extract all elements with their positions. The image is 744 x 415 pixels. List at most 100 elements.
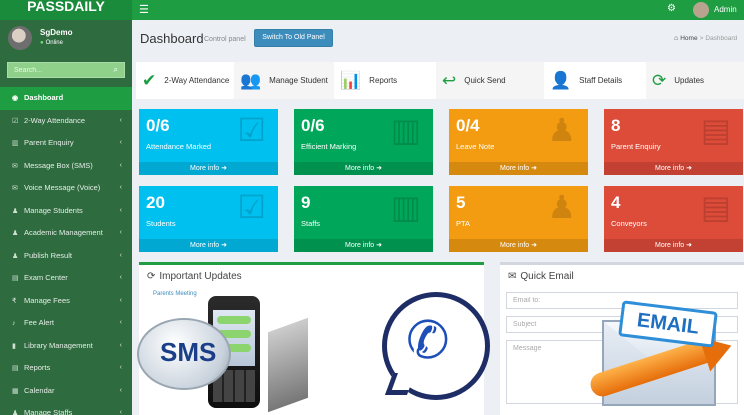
- user-add-icon: ♟: [547, 189, 576, 225]
- user-panel: SgDemo ● Online: [0, 20, 132, 58]
- admin-name[interactable]: Admin: [714, 5, 737, 14]
- chevron-left-icon: ‹: [119, 139, 122, 146]
- more-info-label: More info: [344, 165, 375, 172]
- sidebar-item-voice-message-voice[interactable]: ✉ Voice Message (Voice) ‹: [0, 177, 132, 200]
- more-info-label: More info: [189, 242, 220, 249]
- quick-item-label: Manage Student: [269, 76, 328, 85]
- quick-item-label: Updates: [674, 76, 705, 85]
- more-info-link[interactable]: More info ➜: [294, 239, 433, 252]
- arrow-circle-right-icon: ➜: [531, 242, 537, 249]
- user-name: SgDemo: [40, 28, 73, 37]
- more-info-link[interactable]: More info ➜: [604, 162, 743, 175]
- more-info-link[interactable]: More info ➜: [449, 162, 588, 175]
- chevron-left-icon: ‹: [119, 386, 122, 394]
- document-icon: ▤: [12, 275, 19, 282]
- bar-chart-icon: ▥: [12, 140, 19, 147]
- breadcrumb: ⌂ Home > Dashboard: [674, 35, 737, 42]
- sidebar-item-label: Voice Message (Voice): [24, 183, 101, 192]
- sidebar-item-manage-fees[interactable]: ₹ Manage Fees ‹: [0, 290, 132, 313]
- more-info-label: More info: [654, 165, 685, 172]
- list-item[interactable]: Parents Meeting: [153, 291, 197, 297]
- user-status: ● Online: [40, 40, 63, 46]
- arrow-circle-right-icon: ➜: [376, 242, 382, 249]
- user-add-icon: ♟: [547, 112, 576, 148]
- more-info-link[interactable]: More info ➜: [139, 239, 278, 252]
- sidebar-item-2-way-attendance[interactable]: ☑ 2-Way Attendance ‹: [0, 110, 132, 133]
- app-logo[interactable]: PASSDAILY: [0, 0, 132, 20]
- sms-label: SMS: [160, 337, 217, 367]
- sidebar-item-academic-management[interactable]: ♟ Academic Management ‹: [0, 222, 132, 245]
- stat-value: 5: [456, 193, 466, 212]
- stat-label: PTA: [456, 219, 471, 228]
- sidebar-item-label: Academic Management: [24, 228, 103, 237]
- envelope-icon: ✉: [12, 185, 18, 192]
- more-info-link[interactable]: More info ➜: [139, 162, 278, 175]
- book-icon: ▮: [12, 342, 16, 350]
- stat-label: Parent Enquiry: [611, 142, 661, 151]
- more-info-label: More info: [189, 165, 220, 172]
- sidebar-item-reports[interactable]: ▤ Reports ‹: [0, 357, 132, 380]
- avatar: [8, 26, 32, 50]
- online-dot-icon: ●: [40, 40, 44, 46]
- bell-icon: ♪: [12, 320, 16, 327]
- stat-value: 0/4: [456, 116, 480, 135]
- sidebar-item-dashboard[interactable]: ◉ Dashboard: [0, 87, 132, 110]
- quick-reports[interactable]: 📊 Reports: [334, 62, 436, 99]
- admin-avatar[interactable]: [693, 2, 709, 18]
- stat-label: Efficient Marking: [301, 142, 357, 151]
- breadcrumb-separator: >: [699, 35, 704, 42]
- home-icon: ⌂: [674, 35, 679, 42]
- bar-chart-icon: ▥: [390, 112, 421, 148]
- search-icon[interactable]: ⌕: [114, 65, 118, 75]
- sidebar-item-parent-enquiry[interactable]: ▥ Parent Enquiry ‹: [0, 132, 132, 155]
- search-input[interactable]: [8, 63, 108, 77]
- checkbox-icon: ☑: [12, 117, 19, 125]
- sidebar-item-fee-alert[interactable]: ♪ Fee Alert ‹: [0, 312, 132, 335]
- sidebar-item-label: Manage Fees: [24, 295, 70, 305]
- sidebar-item-label: Calendar: [24, 385, 55, 395]
- sidebar-item-label: Fee Alert: [24, 318, 55, 327]
- checkbox-icon: ☑: [237, 189, 266, 225]
- more-info-link[interactable]: More info ➜: [294, 162, 433, 175]
- updates-title: ⟳ Important Updates: [147, 271, 242, 282]
- sidebar-item-calendar[interactable]: ▦ Calendar ‹: [0, 380, 132, 403]
- stat-box-pta: 5 PTA ♟ More info ➜: [449, 186, 588, 252]
- chevron-left-icon: ‹: [119, 161, 122, 169]
- sidebar-item-manage-students[interactable]: ♟ Manage Students ‹: [0, 200, 132, 223]
- sidebar: SgDemo ●Online ⌕ ◉ Dashboard ☑ 2-Way Attend…: [0, 20, 132, 415]
- users-icon: ♟: [12, 207, 19, 215]
- quick-manage-student[interactable]: 👥 Manage Student: [234, 62, 334, 99]
- breadcrumb-home[interactable]: Home: [680, 35, 697, 42]
- chevron-left-icon: ‹: [119, 251, 122, 259]
- sidebar-item-manage-staffs[interactable]: ♟ Manage Staffs ‹: [0, 402, 132, 415]
- quick-2-way-attendance[interactable]: ✔ 2-Way Attendance: [136, 62, 234, 99]
- sidebar-item-label: Manage Staffs: [24, 408, 73, 415]
- sidebar-item-label: Dashboard: [24, 93, 64, 102]
- stat-value: 4: [611, 193, 621, 212]
- hamburger-icon[interactable]: ☰: [139, 3, 149, 16]
- users-icon: ♟: [12, 230, 19, 237]
- sidebar-item-library-management[interactable]: ▮ Library Management ‹: [0, 335, 132, 358]
- arrow-circle-right-icon: ➜: [221, 242, 227, 249]
- dashboard-icon: ◉: [12, 95, 19, 102]
- sidebar-item-exam-center[interactable]: ▤ Exam Center ‹: [0, 267, 132, 290]
- quick-item-label: Quick Send: [464, 76, 506, 85]
- more-info-link[interactable]: More info ➜: [604, 239, 743, 252]
- chevron-left-icon: ‹: [119, 206, 122, 214]
- envelope-icon: ✉: [12, 162, 18, 170]
- document-icon: ▤: [700, 189, 731, 225]
- arrow-circle-right-icon: ➜: [376, 165, 382, 172]
- sidebar-item-publish-result[interactable]: ♟ Publish Result ‹: [0, 245, 132, 268]
- quick-updates[interactable]: ⟳ Updates: [646, 62, 744, 99]
- document-icon: ▤: [12, 365, 19, 372]
- stat-box-attendance-marked: 0/6 Attendance Marked ☑ More info ➜: [139, 109, 278, 175]
- stat-box-staffs: 9 Staffs ▥ More info ➜: [294, 186, 433, 252]
- more-info-link[interactable]: More info ➜: [449, 239, 588, 252]
- quick-staff-details[interactable]: 👤 Staff Details: [544, 62, 646, 99]
- sidebar-item-message-box-sms[interactable]: ✉ Message Box (SMS) ‹: [0, 155, 132, 178]
- switch-old-panel-button[interactable]: Switch To Old Panel: [254, 29, 333, 47]
- quick-quick-send[interactable]: ↩ Quick Send: [436, 62, 544, 99]
- quick-action-bar: ✔ 2-Way Attendance 👥 Manage Student 📊 Reports…: [136, 62, 744, 99]
- sidebar-item-label: Message Box (SMS): [24, 160, 93, 170]
- gear-icon[interactable]: ⚙: [667, 3, 676, 14]
